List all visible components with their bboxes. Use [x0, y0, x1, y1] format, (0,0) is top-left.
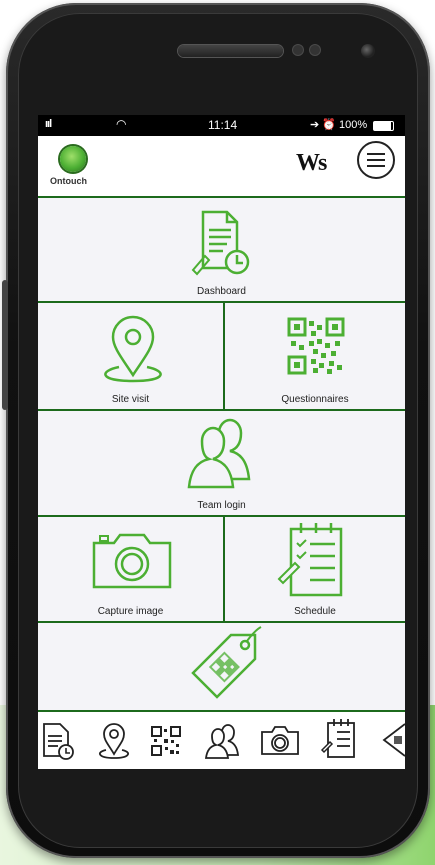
status-bar: ııl ◠ 11:14 ➔ ⏰ 100% [38, 115, 405, 136]
bottom-nav [38, 710, 405, 769]
checklist-icon [277, 523, 343, 597]
tile-label: Team login [197, 500, 246, 511]
nav-site-visit-icon[interactable] [96, 722, 132, 762]
wifi-icon: ◠ [116, 117, 127, 131]
camera-icon [92, 533, 172, 589]
light-sensor [310, 45, 320, 55]
proximity-sensor [293, 45, 303, 55]
map-pin-icon [104, 315, 162, 383]
tile-label: Capture image [97, 606, 164, 617]
tile-site-visit[interactable]: Site visit [38, 303, 225, 411]
nav-camera-icon[interactable] [260, 722, 300, 762]
tile-schedule[interactable]: Schedule [225, 517, 405, 623]
tile-dashboard[interactable]: Dashboard [38, 198, 405, 303]
nav-team-login-icon[interactable] [202, 722, 242, 762]
tile-label: Site visit [111, 394, 150, 405]
menu-line [367, 165, 385, 167]
status-indicators: ➔ ⏰ 100% [310, 119, 368, 131]
nav-qr-code-icon[interactable] [151, 726, 181, 756]
qr-tag-icon [191, 626, 262, 699]
front-camera [361, 44, 375, 58]
menu-line [367, 153, 385, 155]
logo-text: Ontouch [50, 176, 87, 186]
menu-button[interactable] [357, 141, 395, 179]
nav-schedule-icon[interactable] [320, 718, 360, 762]
tile-capture-image[interactable]: Capture image [38, 517, 225, 623]
tile-team-login[interactable]: Team login [38, 411, 405, 517]
nav-dashboard-icon[interactable] [38, 722, 74, 762]
clock: 11:14 [208, 118, 238, 132]
menu-line [367, 159, 385, 161]
tile-questionnaires[interactable]: Questionnaires [225, 303, 405, 411]
ontouch-logo[interactable] [60, 146, 86, 172]
app-header: Ontouch Ws [38, 136, 405, 198]
brand-mark[interactable]: Ws [296, 150, 327, 177]
battery-icon [373, 121, 394, 131]
tile-label: Questionnaires [281, 394, 349, 405]
nav-qr-tag-icon[interactable] [380, 720, 405, 760]
tile-qr-tag[interactable] [38, 623, 405, 711]
qr-code-icon [287, 317, 345, 375]
tile-label: Schedule [294, 606, 336, 617]
app-screen: ııl ◠ 11:14 ➔ ⏰ 100% Ontouch Ws Dashboar… [38, 115, 405, 769]
signal-icon: ııl [45, 118, 52, 130]
volume-button[interactable] [2, 280, 8, 410]
speaker-grille [178, 45, 283, 57]
document-clock-icon [191, 210, 250, 276]
team-users-icon [187, 418, 251, 489]
tile-label: Dashboard [197, 286, 246, 297]
